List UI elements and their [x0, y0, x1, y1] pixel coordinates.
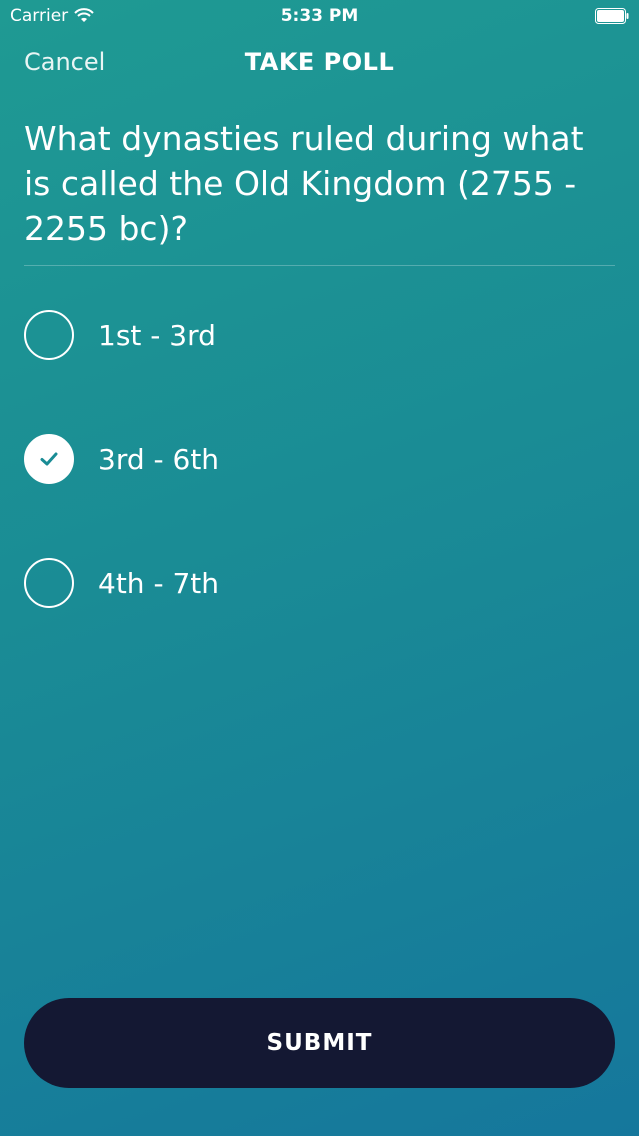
radio-button-unchecked[interactable] [24, 558, 74, 608]
nav-bar: Cancel TAKE POLL [0, 40, 639, 84]
poll-options: 1st - 3rd 3rd - 6th 4th - 7th [24, 308, 615, 680]
submit-button[interactable]: SUBMIT [24, 998, 615, 1088]
poll-option-2[interactable]: 3rd - 6th [24, 432, 615, 486]
poll-option-label: 4th - 7th [98, 566, 219, 600]
page-title: TAKE POLL [244, 48, 395, 76]
radio-button-checked[interactable] [24, 434, 74, 484]
poll-option-label: 3rd - 6th [98, 442, 220, 476]
status-time: 5:33 PM [280, 6, 359, 26]
divider [24, 265, 615, 266]
poll-option-3[interactable]: 4th - 7th [24, 556, 615, 610]
battery-icon [595, 8, 629, 24]
poll-option-1[interactable]: 1st - 3rd [24, 308, 615, 362]
radio-button-unchecked[interactable] [24, 310, 74, 360]
status-bar: Carrier 5:33 PM [0, 0, 639, 34]
checkmark-icon [40, 452, 58, 466]
poll-option-label: 1st - 3rd [98, 318, 216, 352]
poll-question: What dynasties ruled during what is call… [24, 119, 584, 248]
